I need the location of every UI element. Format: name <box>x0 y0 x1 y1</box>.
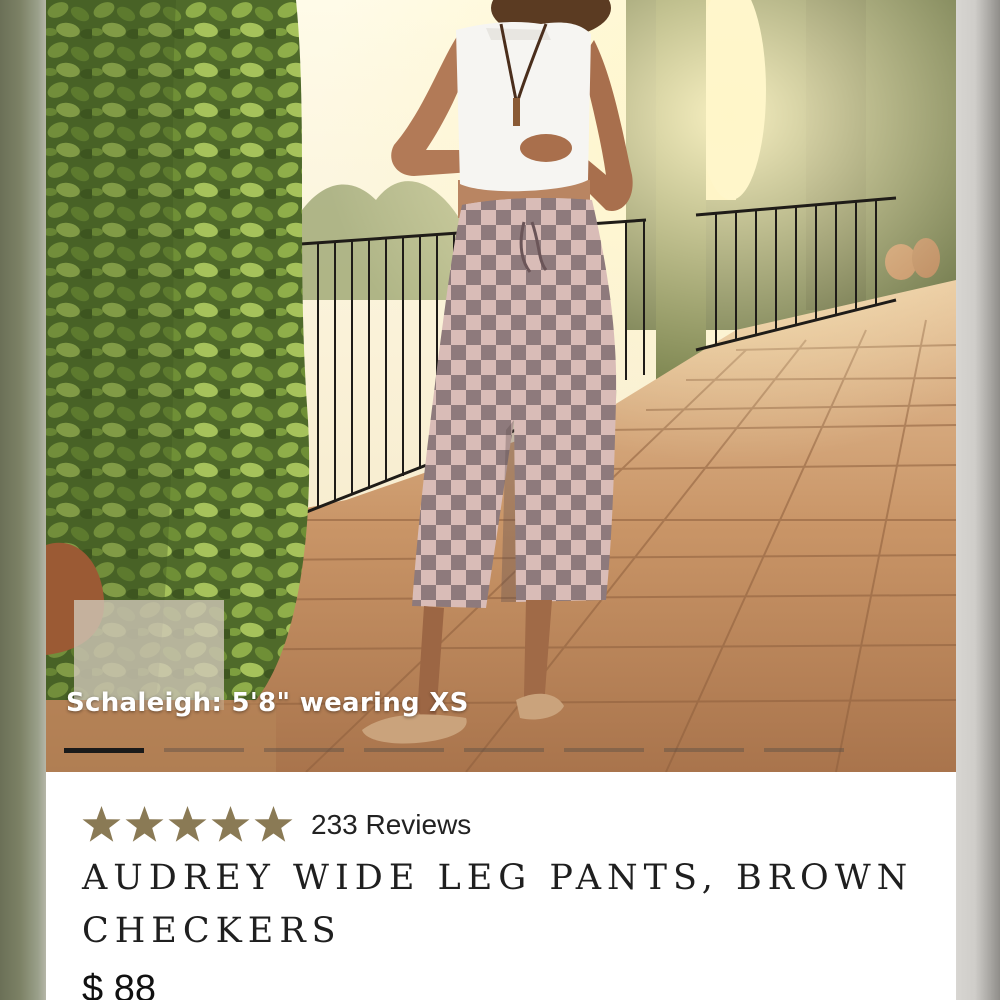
star-icon <box>168 806 207 842</box>
carousel-dot[interactable] <box>264 748 344 752</box>
star-icon <box>82 806 121 842</box>
product-page: Schaleigh: 5'8" wearing XS 233 Reviews A… <box>0 0 1000 1000</box>
product-photo <box>46 0 956 772</box>
product-title: AUDREY WIDE LEG PANTS, BROWN CHECKERS <box>82 858 914 951</box>
carousel-dot[interactable] <box>764 748 844 752</box>
carousel-dot-active[interactable] <box>64 748 144 753</box>
carousel-pagination[interactable] <box>64 748 844 754</box>
star-icon <box>125 806 164 842</box>
carousel-dot[interactable] <box>464 748 544 752</box>
carousel-dot[interactable] <box>164 748 244 752</box>
carousel-dot[interactable] <box>364 748 444 752</box>
product-price: $ 88 <box>82 968 156 1000</box>
product-info-card: 233 Reviews AUDREY WIDE LEG PANTS, BROWN… <box>46 772 956 1000</box>
star-icon <box>211 806 250 842</box>
carousel-dot[interactable] <box>564 748 644 752</box>
rating-summary[interactable]: 233 Reviews <box>82 806 471 843</box>
product-image-carousel[interactable]: Schaleigh: 5'8" wearing XS <box>46 0 956 772</box>
model-size-caption: Schaleigh: 5'8" wearing XS <box>66 688 469 718</box>
review-count-link[interactable]: 233 Reviews <box>311 809 471 841</box>
star-icon <box>254 806 293 842</box>
carousel-dot[interactable] <box>664 748 744 752</box>
star-rating <box>82 806 293 843</box>
